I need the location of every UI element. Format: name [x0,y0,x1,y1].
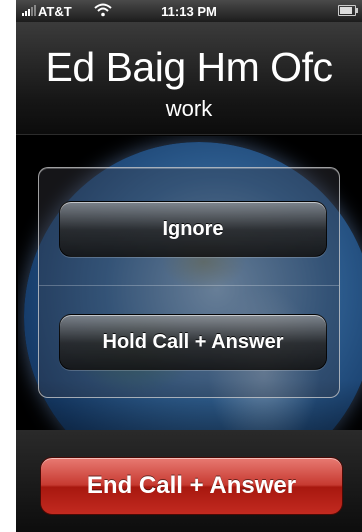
battery-icon [338,5,358,16]
panel-divider [39,285,339,286]
incoming-call-screen: AT&T 11:13 PM Ed Baig Hm Ofc work Ignore… [16,0,362,532]
end-call-answer-button[interactable]: End Call + Answer [40,457,343,515]
caller-label: work [165,96,213,121]
caller-name: Ed Baig Hm Ofc [45,44,333,90]
bottom-action-bar: End Call + Answer [16,430,362,532]
ignore-button[interactable]: Ignore [59,201,327,257]
call-options-panel: Ignore Hold Call + Answer [38,167,340,398]
hold-call-answer-button[interactable]: Hold Call + Answer [59,314,327,370]
status-bar: AT&T 11:13 PM [16,0,362,22]
caller-header: Ed Baig Hm Ofc work [16,22,362,135]
status-time: 11:13 PM [161,4,217,19]
